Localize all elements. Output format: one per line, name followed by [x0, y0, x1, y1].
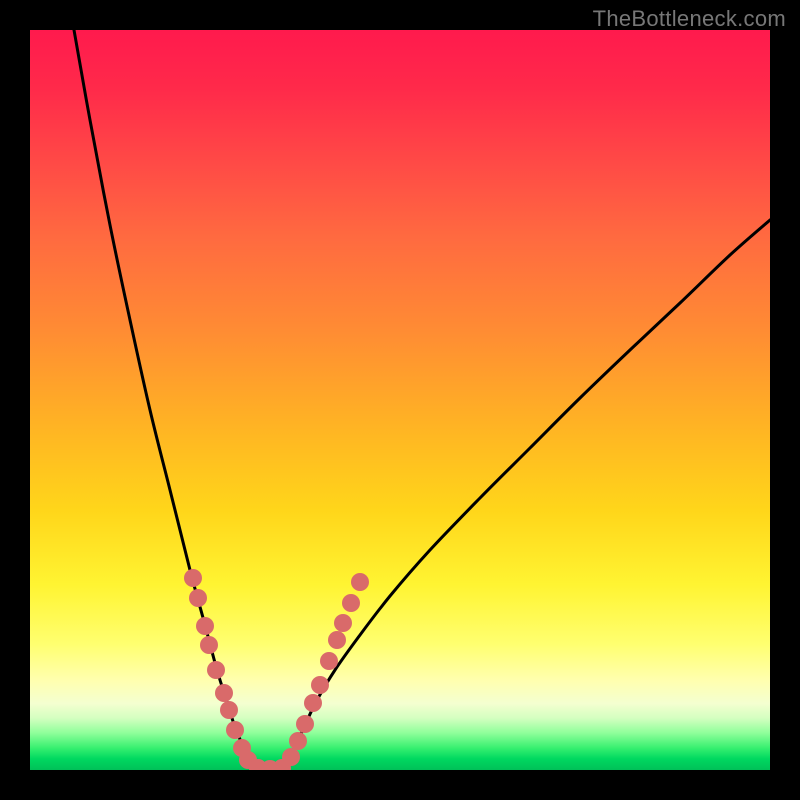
left-branch-path	[74, 30, 253, 767]
highlight-dot	[207, 661, 225, 679]
highlight-dot	[184, 569, 202, 587]
highlight-dot	[289, 732, 307, 750]
curve-layer	[30, 30, 770, 770]
highlight-dot	[304, 694, 322, 712]
chart-frame: TheBottleneck.com	[0, 0, 800, 800]
plot-area	[30, 30, 770, 770]
watermark-text: TheBottleneck.com	[593, 6, 786, 32]
highlight-dot	[215, 684, 233, 702]
highlight-dots-group	[184, 569, 369, 770]
highlight-dot	[220, 701, 238, 719]
highlight-dot	[328, 631, 346, 649]
highlight-dot	[282, 748, 300, 766]
highlight-dot	[296, 715, 314, 733]
highlight-dot	[334, 614, 352, 632]
highlight-dot	[320, 652, 338, 670]
highlight-dot	[226, 721, 244, 739]
v-curve	[74, 30, 770, 769]
highlight-dot	[311, 676, 329, 694]
right-branch-path	[286, 220, 770, 767]
highlight-dot	[351, 573, 369, 591]
highlight-dot	[189, 589, 207, 607]
highlight-dot	[200, 636, 218, 654]
highlight-dot	[196, 617, 214, 635]
highlight-dot	[342, 594, 360, 612]
